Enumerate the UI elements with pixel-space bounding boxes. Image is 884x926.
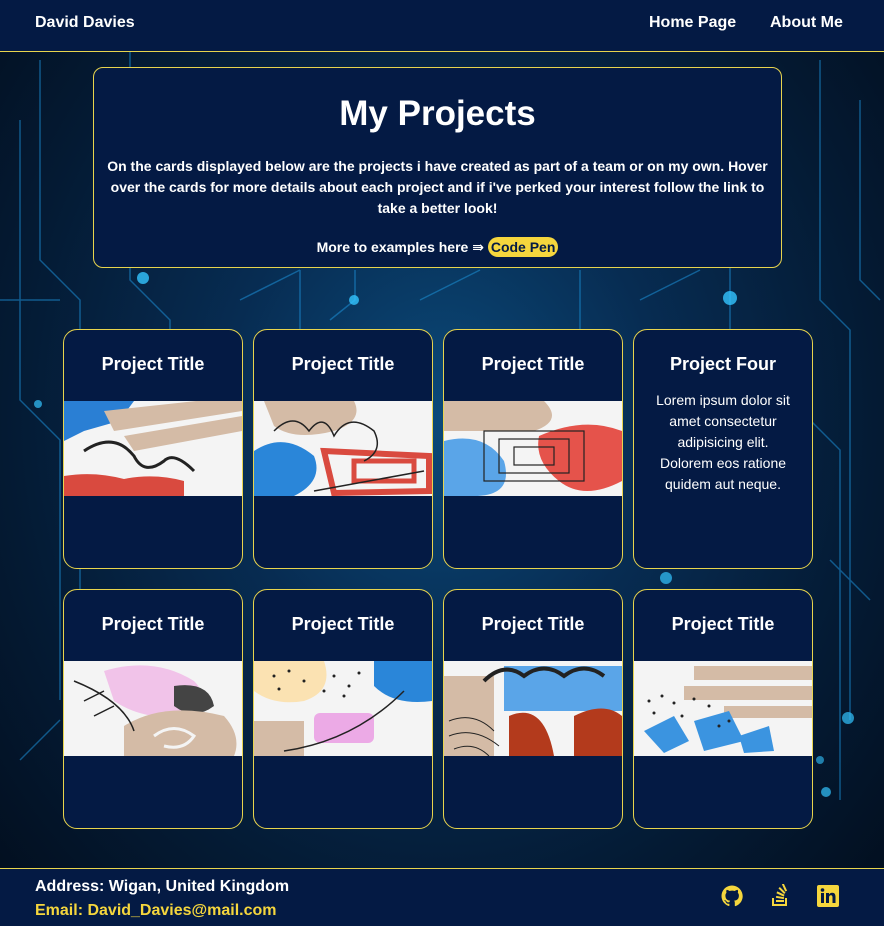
linkedin-icon[interactable] [816, 884, 840, 908]
card-title: Project Title [671, 614, 775, 634]
github-icon[interactable] [720, 884, 744, 908]
card-title: Project Title [291, 354, 395, 374]
project-image [444, 401, 622, 496]
card-title: Project Title [101, 614, 205, 634]
project-card-2[interactable]: Project Title [253, 329, 433, 569]
intro-description: On the cards displayed below are the pro… [107, 158, 768, 216]
card-title: Project Four [669, 354, 776, 374]
navbar: David Davies Home Page About Me [0, 0, 884, 52]
project-image [254, 661, 432, 756]
project-card-8[interactable]: Project Title [633, 589, 813, 829]
nav-home-link[interactable]: Home Page [649, 14, 736, 32]
intro-panel: My Projects On the cards displayed below… [93, 67, 782, 268]
project-image [444, 661, 622, 756]
card-title: Project Title [481, 354, 585, 374]
project-image [64, 661, 242, 756]
card-title: Project Title [291, 614, 395, 634]
project-image [254, 401, 432, 496]
project-image [64, 401, 242, 496]
project-card-4[interactable]: Project Four Lorem ipsum dolor sit amet … [633, 329, 813, 569]
page-title: My Projects [339, 94, 536, 133]
card-description: Lorem ipsum dolor sit amet consectetur a… [656, 392, 790, 492]
code-pen-link[interactable]: Code Pen [487, 237, 559, 257]
stackoverflow-icon[interactable] [768, 884, 792, 908]
project-card-3[interactable]: Project Title [443, 329, 623, 569]
card-title: Project Title [481, 614, 585, 634]
nav-about-link[interactable]: About Me [770, 14, 843, 32]
project-card-5[interactable]: Project Title [63, 589, 243, 829]
project-image [634, 661, 812, 756]
footer: Address: Wigan, United Kingdom Email: Da… [0, 868, 884, 926]
project-card-7[interactable]: Project Title [443, 589, 623, 829]
footer-email[interactable]: Email: David_Davies@mail.com [35, 902, 276, 920]
card-title: Project Title [101, 354, 205, 374]
more-examples-row: More to examples here ⇛ Code Pen [94, 237, 781, 257]
project-card-1[interactable]: Project Title [63, 329, 243, 569]
more-examples-text: More to examples here ⇛ [316, 239, 484, 255]
project-card-6[interactable]: Project Title [253, 589, 433, 829]
brand-name[interactable]: David Davies [35, 14, 135, 32]
footer-address: Address: Wigan, United Kingdom [35, 878, 290, 895]
